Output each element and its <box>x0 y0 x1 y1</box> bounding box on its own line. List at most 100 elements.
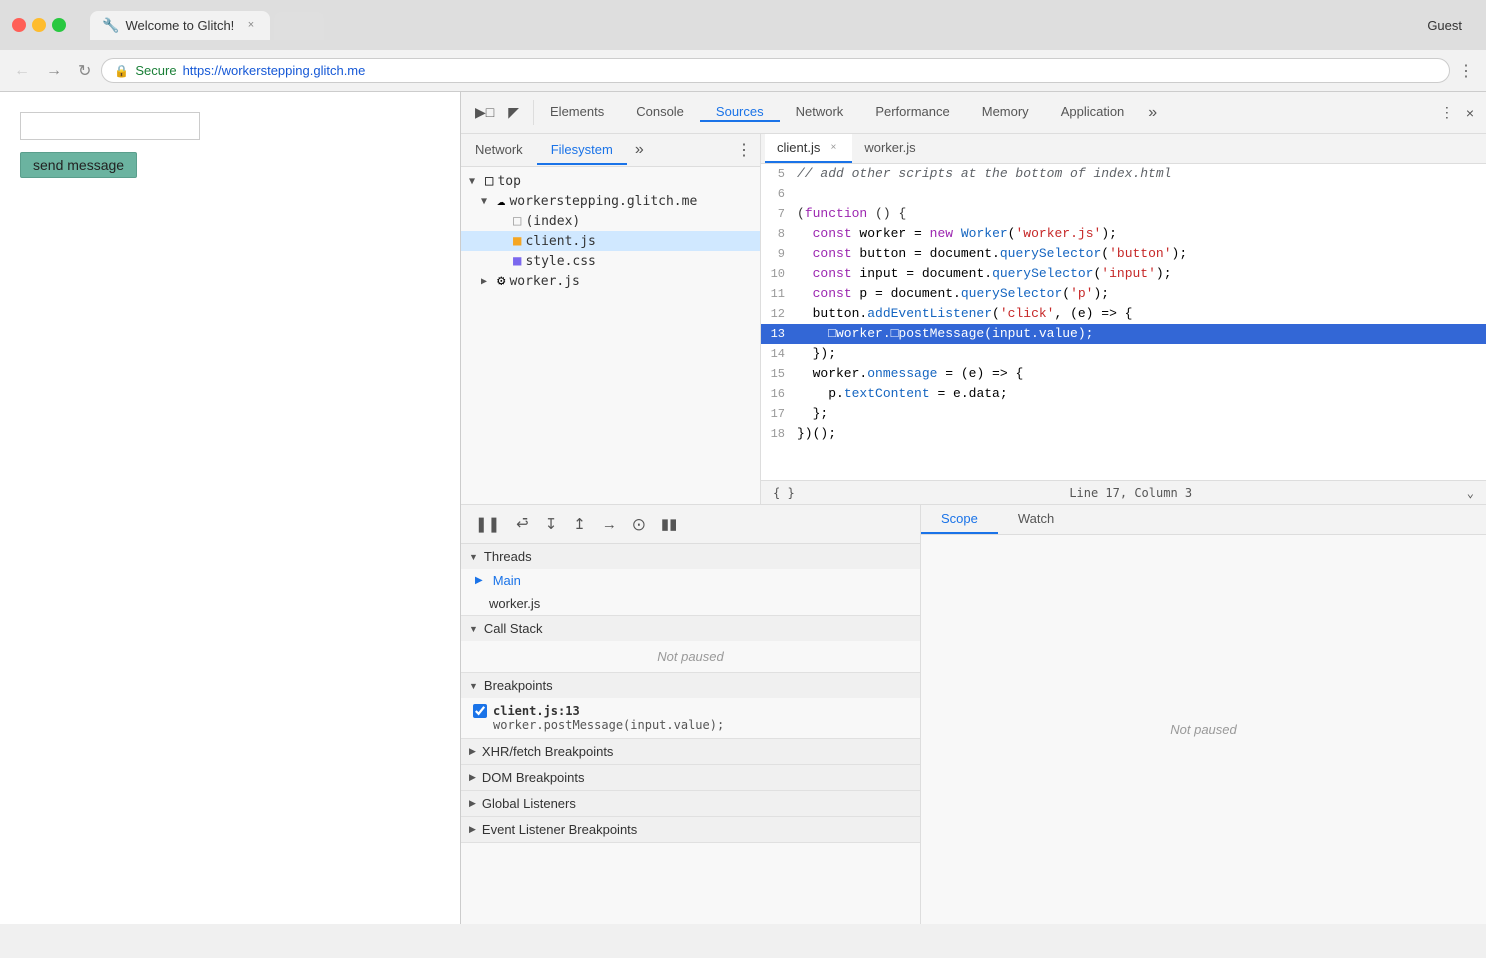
devtools-toolbar-right: ⋮ × <box>1428 100 1486 125</box>
file-icon-clientjs: ■ <box>513 233 521 249</box>
tab-application[interactable]: Application <box>1045 104 1141 122</box>
pause-resume-button[interactable]: ❚❚ <box>469 511 506 537</box>
minimize-traffic-light[interactable] <box>32 18 46 32</box>
line-number-18: 18 <box>761 424 797 443</box>
page-content: send message <box>0 92 460 924</box>
tree-item-index[interactable]: □ (index) <box>461 211 760 231</box>
tree-arrow-workerjs: ▶ <box>481 276 493 287</box>
dom-header[interactable]: ▶ DOM Breakpoints <box>461 765 920 790</box>
scope-content: Not paused <box>921 535 1486 924</box>
thread-item-main[interactable]: Main <box>461 569 920 592</box>
breakpoint-checkbox-1[interactable] <box>473 704 487 718</box>
event-header[interactable]: ▶ Event Listener Breakpoints <box>461 817 920 842</box>
event-arrow: ▶ <box>469 824 476 835</box>
file-tab-menu[interactable]: ⋮ <box>728 134 760 166</box>
line-content-18: })(); <box>797 424 1486 444</box>
debugger-toolbar: ❚❚ ↩̄ ↧ ↥ → ⨀ ▮▮ <box>461 505 920 544</box>
browser-tab[interactable]: 🔧 Welcome to Glitch! × <box>90 11 270 40</box>
code-tab-clientjs[interactable]: client.js × <box>765 134 852 163</box>
tree-item-workerjs[interactable]: ▶ ⚙ worker.js <box>461 271 760 291</box>
tab-performance[interactable]: Performance <box>859 104 965 122</box>
browser-menu-button[interactable]: ⋮ <box>1454 57 1478 85</box>
tree-item-stylecss[interactable]: ■ style.css <box>461 251 760 271</box>
tab-elements[interactable]: Elements <box>534 104 620 122</box>
tab-console[interactable]: Console <box>620 104 700 122</box>
xhr-header[interactable]: ▶ XHR/fetch Breakpoints <box>461 739 920 764</box>
debugger-panel: ❚❚ ↩̄ ↧ ↥ → ⨀ ▮▮ ▼ Threads <box>461 505 921 924</box>
secure-icon: 🔒 <box>114 64 129 78</box>
step-into-button[interactable]: ↧ <box>539 511 564 537</box>
step-button[interactable]: → <box>596 512 623 537</box>
file-icon-stylecss: ■ <box>513 253 521 269</box>
address-bar[interactable]: 🔒 Secure https://workerstepping.glitch.m… <box>101 58 1450 83</box>
code-tab-clientjs-label: client.js <box>777 140 820 155</box>
threads-label: Threads <box>484 549 532 564</box>
devtools-icon-group: ▶□ ◤ <box>461 100 534 125</box>
line-number-14: 14 <box>761 344 797 363</box>
back-button[interactable]: ← <box>8 58 36 84</box>
code-line-17: 17 }; <box>761 404 1486 424</box>
file-tab-more[interactable]: » <box>627 135 652 165</box>
devtools-tab-bar: Elements Console Sources Network Perform… <box>534 104 1428 122</box>
message-input[interactable] <box>20 112 200 140</box>
tree-item-domain[interactable]: ▼ ☁ workerstepping.glitch.me <box>461 191 760 211</box>
line-number-16: 16 <box>761 384 797 403</box>
tab-close-button[interactable]: × <box>244 18 258 32</box>
device-toggle-button[interactable]: ◤ <box>502 100 525 125</box>
thread-workerjs-label: worker.js <box>489 596 540 611</box>
deactivate-breakpoints-button[interactable]: ⨀ <box>627 513 651 535</box>
callstack-header[interactable]: ▼ Call Stack <box>461 616 920 641</box>
scope-tab-bar: Scope Watch <box>921 505 1486 535</box>
pause-on-exceptions-button[interactable]: ▮▮ <box>655 511 684 537</box>
code-panel: client.js × worker.js 5 // add other scr… <box>761 134 1486 504</box>
threads-header[interactable]: ▼ Threads <box>461 544 920 569</box>
global-arrow: ▶ <box>469 798 476 809</box>
tree-arrow-domain: ▼ <box>481 196 493 207</box>
breakpoints-header[interactable]: ▼ Breakpoints <box>461 673 920 698</box>
tree-item-clientjs[interactable]: ■ client.js <box>461 231 760 251</box>
xhr-label: XHR/fetch Breakpoints <box>482 744 614 759</box>
tree-item-top[interactable]: ▼ □ top <box>461 171 760 191</box>
line-content-5: // add other scripts at the bottom of in… <box>797 164 1486 184</box>
tree-label-top: top <box>497 174 520 189</box>
maximize-traffic-light[interactable] <box>52 18 66 32</box>
code-line-18: 18 })(); <box>761 424 1486 444</box>
thread-item-workerjs[interactable]: worker.js <box>461 592 920 615</box>
code-tab-workerjs[interactable]: worker.js <box>852 134 927 163</box>
tree-label-domain: workerstepping.glitch.me <box>509 194 697 209</box>
debug-section-event: ▶ Event Listener Breakpoints <box>461 817 920 843</box>
scope-tab-scope[interactable]: Scope <box>921 505 998 534</box>
tree-label-stylecss: style.css <box>525 254 595 269</box>
main-content: send message ▶□ ◤ Elements Console Sourc… <box>0 92 1486 924</box>
code-line-15: 15 worker.onmessage = (e) => { <box>761 364 1486 384</box>
file-tab-filesystem[interactable]: Filesystem <box>537 136 627 165</box>
reload-button[interactable]: ↻ <box>72 57 97 85</box>
tab-network[interactable]: Network <box>780 104 860 122</box>
code-format-button[interactable]: { } <box>773 486 795 500</box>
global-header[interactable]: ▶ Global Listeners <box>461 791 920 816</box>
code-tab-clientjs-close[interactable]: × <box>826 141 840 155</box>
scope-tab-watch[interactable]: Watch <box>998 505 1074 534</box>
step-out-button[interactable]: ↥ <box>567 511 592 537</box>
tab-title: Welcome to Glitch! <box>125 18 238 33</box>
line-number-6: 6 <box>761 184 797 203</box>
title-bar: 🔧 Welcome to Glitch! × Guest <box>0 0 1486 50</box>
devtools-close-button[interactable]: × <box>1462 101 1478 125</box>
step-over-button[interactable]: ↩̄ <box>510 511 535 537</box>
inspect-element-button[interactable]: ▶□ <box>469 100 500 125</box>
code-line-6: 6 <box>761 184 1486 204</box>
close-traffic-light[interactable] <box>12 18 26 32</box>
file-tab-network[interactable]: Network <box>461 136 537 165</box>
send-message-button[interactable]: send message <box>20 152 137 178</box>
breakpoint-label-1: client.js:13 <box>493 704 724 718</box>
line-number-13: 13 <box>761 324 797 343</box>
tab-sources[interactable]: Sources <box>700 104 780 122</box>
code-editor[interactable]: 5 // add other scripts at the bottom of … <box>761 164 1486 480</box>
forward-button[interactable]: → <box>40 58 68 84</box>
tab-memory[interactable]: Memory <box>966 104 1045 122</box>
debug-section-threads: ▼ Threads Main worker.js <box>461 544 920 616</box>
devtools-settings-button[interactable]: ⋮ <box>1436 100 1458 125</box>
devtools-toolbar: ▶□ ◤ Elements Console Sources Network Pe… <box>461 92 1486 134</box>
more-tabs-button[interactable]: » <box>1140 104 1165 122</box>
line-content-9: const button = document.querySelector('b… <box>797 244 1486 264</box>
